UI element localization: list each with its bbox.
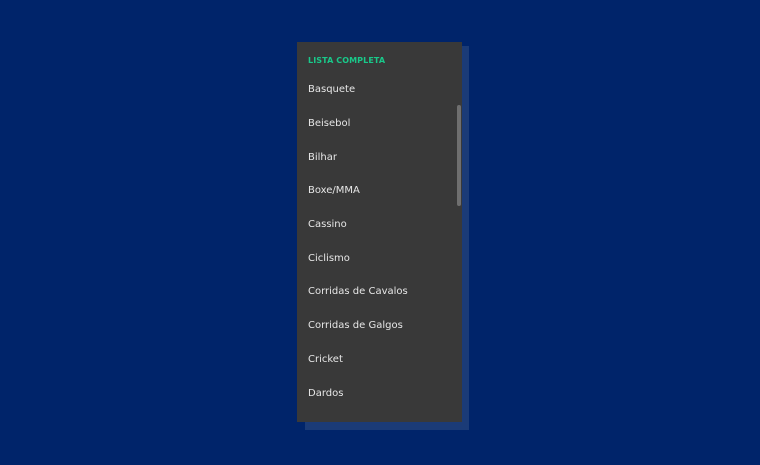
list-item-cricket[interactable]: Cricket [308, 354, 343, 365]
list-item-corridas-de-galgos[interactable]: Corridas de Galgos [308, 320, 403, 331]
list-item-basquete[interactable]: Basquete [308, 84, 355, 95]
page-background: LISTA COMPLETA Basquete Beisebol Bilhar … [0, 0, 760, 465]
list-item-boxe-mma[interactable]: Boxe/MMA [308, 185, 360, 196]
scrollbar-thumb[interactable] [457, 105, 461, 206]
list-item-corridas-de-cavalos[interactable]: Corridas de Cavalos [308, 286, 408, 297]
list-item-cassino[interactable]: Cassino [308, 219, 347, 230]
list-item-beisebol[interactable]: Beisebol [308, 118, 350, 129]
list-item-dardos[interactable]: Dardos [308, 388, 343, 399]
panel-title: LISTA COMPLETA [308, 56, 386, 65]
sports-list-panel: LISTA COMPLETA Basquete Beisebol Bilhar … [297, 42, 462, 422]
list-item-ciclismo[interactable]: Ciclismo [308, 253, 350, 264]
list-item-bilhar[interactable]: Bilhar [308, 152, 337, 163]
